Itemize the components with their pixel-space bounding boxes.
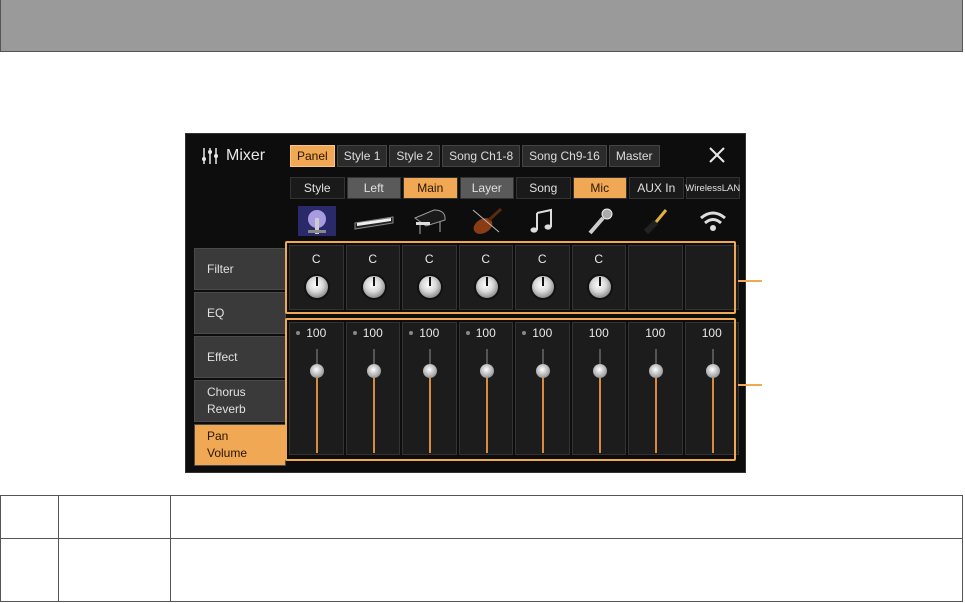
tab-style-2[interactable]: Style 2 bbox=[389, 145, 441, 167]
sidebar-item-pan-volume[interactable]: Pan Volume bbox=[194, 424, 286, 466]
part-button-aux-in[interactable]: AUX In bbox=[629, 177, 684, 199]
tab-master[interactable]: Master bbox=[608, 145, 660, 167]
audio-jack-icon[interactable] bbox=[629, 204, 684, 238]
sidebar-item-eq[interactable]: EQ bbox=[194, 292, 286, 334]
table-cell bbox=[170, 538, 963, 602]
mixer-sliders-icon bbox=[202, 148, 218, 164]
mixer-title-text: Mixer bbox=[226, 147, 266, 164]
part-button-style[interactable]: Style bbox=[290, 177, 345, 199]
table-cell bbox=[0, 538, 59, 602]
tab-song-ch1-8[interactable]: Song Ch1-8 bbox=[442, 145, 521, 167]
table-cell bbox=[170, 495, 963, 539]
part-button-left[interactable]: Left bbox=[346, 177, 401, 199]
sidebar-item-effect[interactable]: Effect bbox=[194, 336, 286, 378]
table-cell bbox=[0, 495, 59, 539]
mixer-title: Mixer bbox=[200, 146, 265, 166]
microphone-icon[interactable] bbox=[573, 204, 628, 238]
sidebar-item-filter[interactable]: Filter bbox=[194, 248, 286, 290]
stage-image-icon[interactable] bbox=[290, 204, 345, 238]
close-icon[interactable] bbox=[706, 144, 728, 166]
music-note-icon[interactable] bbox=[516, 204, 571, 238]
table-cell bbox=[58, 538, 171, 602]
part-button-song[interactable]: Song bbox=[516, 177, 571, 199]
pan-highlight-box bbox=[285, 241, 736, 314]
sidebar: Filter EQ Effect Chorus Reverb Pan Volume bbox=[194, 248, 286, 468]
tab-bar: Panel Style 1 Style 2 Song Ch1-8 Song Ch9-16… bbox=[290, 145, 660, 167]
tab-song-ch9-16[interactable]: Song Ch9-16 bbox=[522, 145, 607, 167]
sidebar-item-chorus-reverb[interactable]: Chorus Reverb bbox=[194, 380, 286, 422]
keyboard-icon[interactable] bbox=[347, 204, 402, 238]
part-icons bbox=[290, 204, 740, 238]
part-button-main[interactable]: Main bbox=[403, 177, 458, 199]
part-button-layer[interactable]: Layer bbox=[459, 177, 514, 199]
violin-icon[interactable] bbox=[460, 204, 515, 238]
pan-callout-line bbox=[738, 280, 762, 282]
table-cell bbox=[58, 495, 171, 539]
tab-panel[interactable]: Panel bbox=[290, 145, 335, 167]
description-table bbox=[0, 495, 963, 602]
tab-style-1[interactable]: Style 1 bbox=[336, 145, 388, 167]
volume-callout-line bbox=[738, 384, 762, 386]
part-button-mic[interactable]: Mic bbox=[572, 177, 627, 199]
volume-highlight-box bbox=[285, 318, 736, 461]
wifi-icon[interactable] bbox=[686, 204, 741, 238]
top-banner bbox=[0, 0, 963, 52]
part-button-wirelesslan[interactable]: WirelessLAN bbox=[685, 177, 740, 199]
part-selector: Style Left Main Layer Song Mic AUX In WirelessL… bbox=[290, 177, 740, 199]
grand-piano-icon[interactable] bbox=[403, 204, 458, 238]
